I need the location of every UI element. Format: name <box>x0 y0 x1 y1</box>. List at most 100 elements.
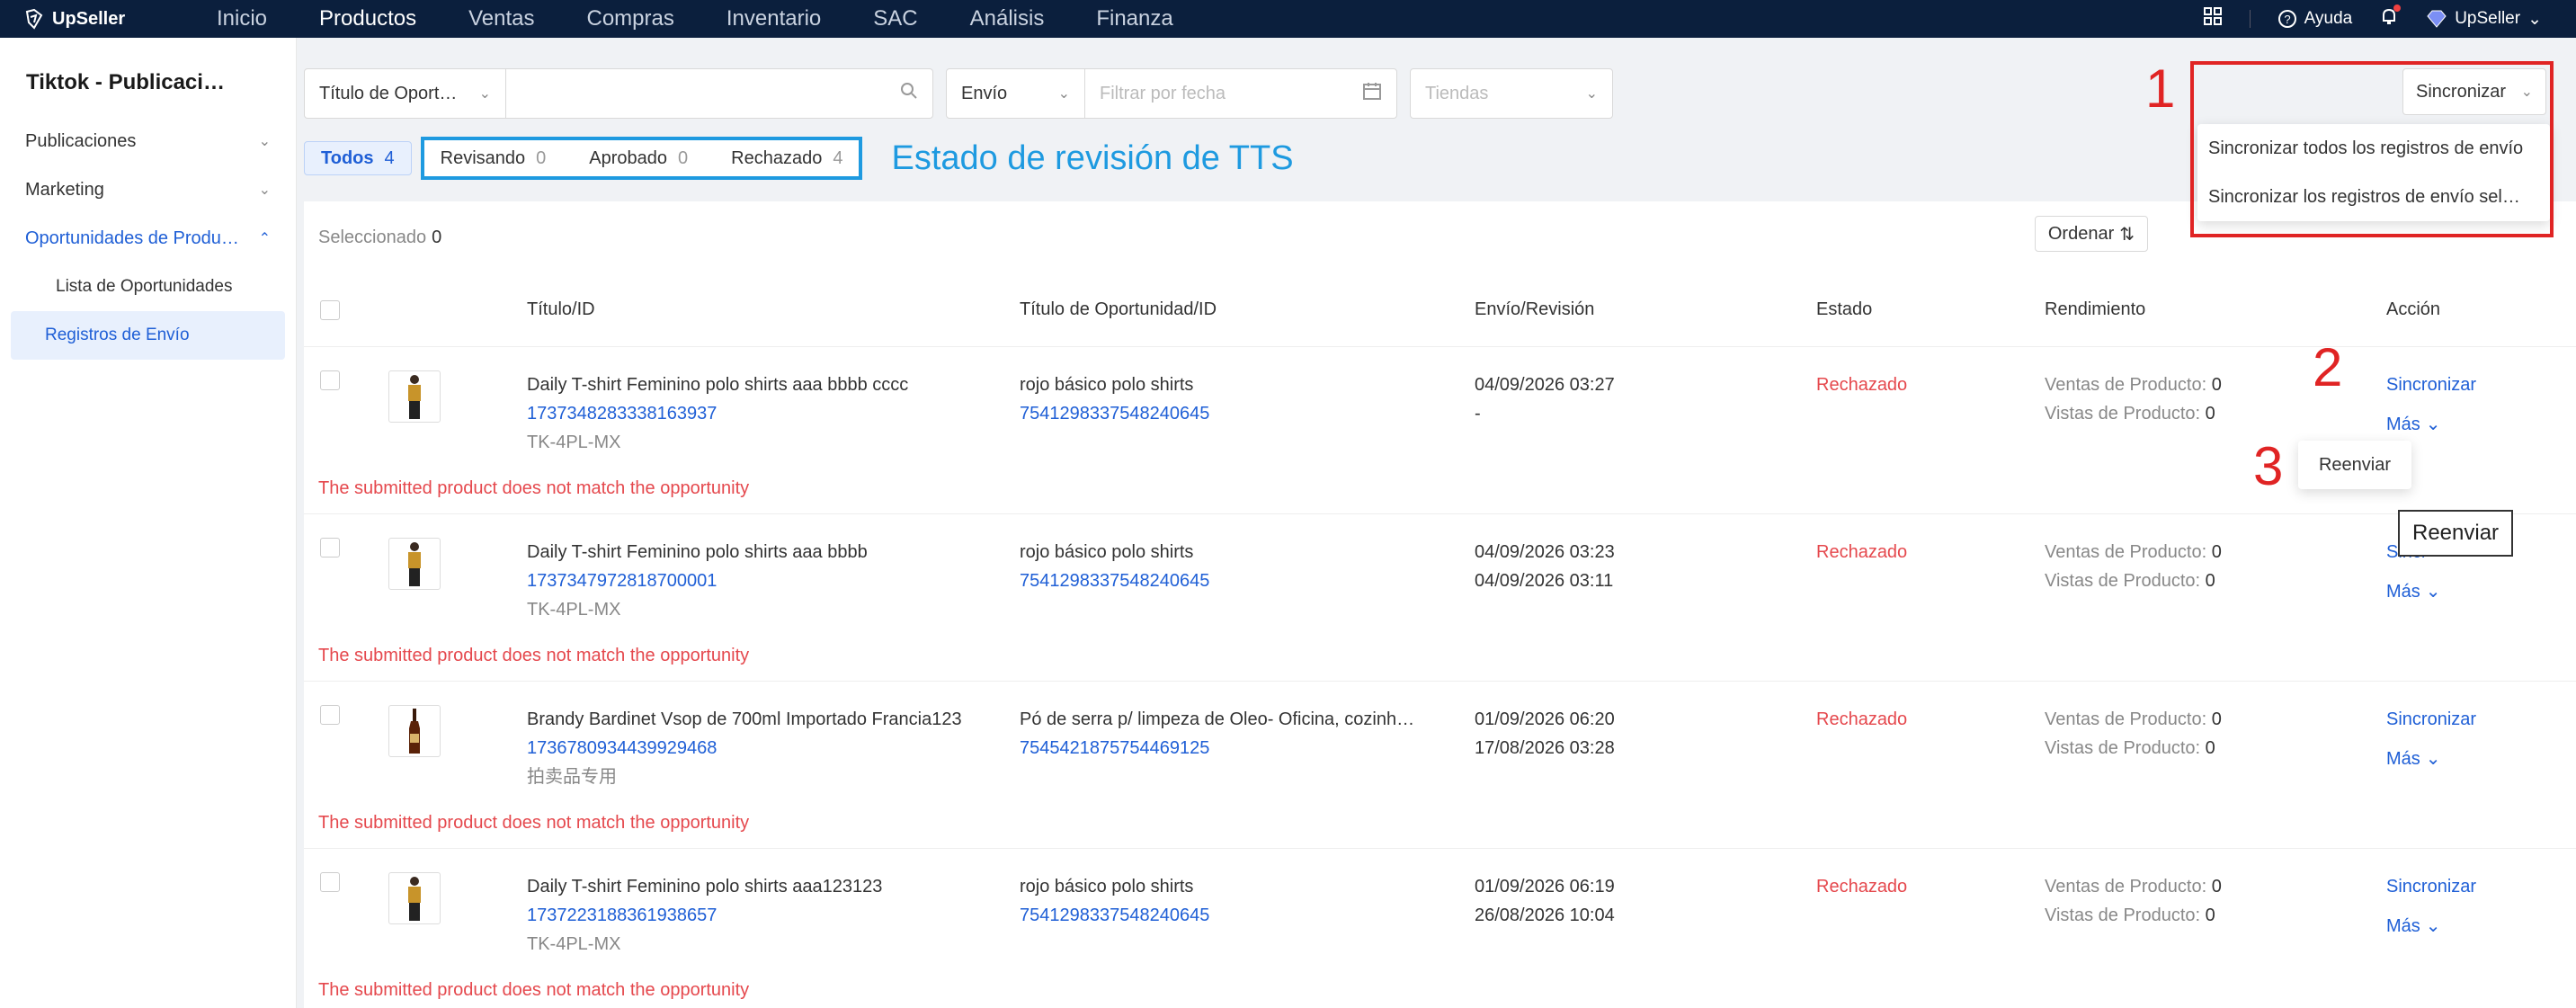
resend-tooltip: Reenviar <box>2398 510 2514 557</box>
more-dropdown-menu: Reenviar <box>2298 441 2411 489</box>
row-checkbox[interactable] <box>304 872 388 892</box>
tab-revisando[interactable]: Revisando 0 <box>430 148 557 169</box>
more-button[interactable]: Más ⌄ <box>2386 577 2576 606</box>
sync-row-button[interactable]: Sincronizar <box>2386 370 2576 399</box>
sync-row-button[interactable]: Sincronizar <box>2386 872 2576 901</box>
title-type-select[interactable]: Título de Oport… ⌄ <box>305 69 506 118</box>
opportunity-title: rojo básico polo shirts <box>1020 542 1194 562</box>
ship-type-select[interactable]: Envío ⌄ <box>947 69 1085 118</box>
search-icon[interactable] <box>886 82 932 105</box>
opportunity-id-link[interactable]: 7545421875754469125 <box>1020 734 1475 763</box>
tab-todos[interactable]: Todos 4 <box>304 141 412 175</box>
tab-rechazado[interactable]: Rechazado 4 <box>720 148 853 169</box>
date-filter-input[interactable]: Filtrar por fecha <box>1085 84 1348 104</box>
date-filter-group: Envío ⌄ Filtrar por fecha <box>946 68 1397 119</box>
product-thumbnail <box>388 370 441 423</box>
opportunity-id-link[interactable]: 7541298337548240645 <box>1020 566 1475 595</box>
product-id-link[interactable]: 1737347972818700001 <box>527 566 1020 595</box>
more-button[interactable]: Más ⌄ <box>2386 912 2576 941</box>
row-checkbox[interactable] <box>304 705 388 725</box>
select-all-checkbox[interactable] <box>304 299 388 320</box>
calendar-icon[interactable] <box>1348 81 1396 106</box>
opportunity-id-link[interactable]: 7541298337548240645 <box>1020 399 1475 428</box>
product-title: Daily T-shirt Feminino polo shirts aaa12… <box>527 877 883 896</box>
ventas-metric: Ventas de Producto: 0 <box>2045 709 2222 729</box>
product-sku: TK-4PL-MX <box>527 600 621 620</box>
row-checkbox[interactable] <box>304 370 388 390</box>
submit-date: 04/09/2026 03:23 <box>1475 542 1615 562</box>
sidebar: Tiktok - Publicaci… Publicaciones ⌄ Marke… <box>0 38 297 1008</box>
brand-logo[interactable]: UpSeller <box>0 8 180 30</box>
review-date: - <box>1475 404 1481 424</box>
tts-annotation-label: Estado de revisión de TTS <box>891 138 1294 177</box>
brand-name: UpSeller <box>52 8 126 29</box>
status-badge: Rechazado <box>1816 542 1908 562</box>
nav-finanza[interactable]: Finanza <box>1070 6 1199 31</box>
chevron-down-icon: ⌄ <box>2425 916 2441 936</box>
sort-button[interactable]: Ordenar ⇅ <box>2034 216 2148 252</box>
chevron-down-icon: ⌄ <box>478 86 491 102</box>
title-search-input[interactable] <box>506 69 886 118</box>
nav-productos[interactable]: Productos <box>293 6 442 31</box>
nav-ventas[interactable]: Ventas <box>442 6 560 31</box>
nav-sac[interactable]: SAC <box>847 6 943 31</box>
product-sku: 拍卖品专用 <box>527 767 617 787</box>
tab-aprobado[interactable]: Aprobado 0 <box>578 148 699 169</box>
review-date: 04/09/2026 03:11 <box>1475 571 1614 591</box>
product-id-link[interactable]: 1737223188361938657 <box>527 901 1020 930</box>
row-checkbox[interactable] <box>304 538 388 558</box>
chevron-down-icon: ⌄ <box>2527 9 2542 29</box>
records-panel: Seleccionado 0 Título/ID Título de Oportu… <box>304 201 2576 1008</box>
diamond-icon <box>2427 10 2447 28</box>
product-thumbnail <box>388 872 441 924</box>
nav-analisis[interactable]: Análisis <box>944 6 1071 31</box>
sidebar-item-marketing[interactable]: Marketing ⌄ <box>0 165 296 214</box>
annotation-number-2: 2 <box>2313 337 2343 397</box>
chevron-down-icon: ⌄ <box>2425 415 2441 434</box>
chevron-down-icon: ⌄ <box>2425 582 2441 602</box>
bell-icon[interactable] <box>2379 4 2402 31</box>
status-badge: Rechazado <box>1816 709 1908 729</box>
more-button[interactable]: Más ⌄ <box>2386 745 2576 773</box>
status-badge: Rechazado <box>1816 375 1908 395</box>
nav-inventario[interactable]: Inventario <box>700 6 847 31</box>
tts-review-tabs-highlight: Revisando 0 Aprobado 0 Rechazado 4 <box>420 137 863 180</box>
product-sku: TK-4PL-MX <box>527 433 621 452</box>
col-accion: Acción <box>2386 299 2441 319</box>
opportunity-id-link[interactable]: 7541298337548240645 <box>1020 901 1475 930</box>
resend-option[interactable]: Reenviar <box>2298 441 2411 489</box>
opportunity-title: Pó de serra p/ limpeza de Oleo- Oficina,… <box>1020 709 1415 729</box>
svg-text:?: ? <box>2284 13 2290 26</box>
sidebar-item-registros-envio[interactable]: Registros de Envío <box>11 311 285 360</box>
chevron-down-icon: ⌄ <box>1057 86 1070 102</box>
annotation-highlight-1 <box>2190 61 2554 237</box>
chevron-up-icon: ⌃ <box>258 231 271 246</box>
nav-divider <box>2249 10 2251 28</box>
table-row: Daily T-shirt Feminino polo shirts aaa b… <box>304 514 2576 682</box>
error-message: The submitted product does not match the… <box>318 646 750 665</box>
col-envio-revision: Envío/Revisión <box>1475 299 1595 319</box>
sidebar-item-publicaciones[interactable]: Publicaciones ⌄ <box>0 117 296 165</box>
nav-inicio[interactable]: Inicio <box>191 6 293 31</box>
apps-grid-icon[interactable] <box>2203 6 2223 31</box>
table-row: Daily T-shirt Feminino polo shirts aaa b… <box>304 347 2576 514</box>
vistas-metric: Vistas de Producto: 0 <box>2045 404 2215 424</box>
sidebar-item-lista-oportunidades[interactable]: Lista de Oportunidades <box>11 263 285 311</box>
product-id-link[interactable]: 1737348283338163937 <box>527 399 1020 428</box>
chevron-down-icon: ⌄ <box>258 134 271 149</box>
sync-row-button[interactable]: Sincronizar <box>2386 705 2576 734</box>
help-link[interactable]: ? Ayuda <box>2277 9 2352 29</box>
vistas-metric: Vistas de Producto: 0 <box>2045 738 2215 758</box>
sidebar-title: Tiktok - Publicaci… <box>26 70 225 94</box>
stores-select[interactable]: Tiendas ⌄ <box>1410 68 1613 119</box>
error-message: The submitted product does not match the… <box>318 813 750 833</box>
user-menu[interactable]: UpSeller ⌄ <box>2426 9 2542 30</box>
table-row: Brandy Bardinet Vsop de 700ml Importado … <box>304 682 2576 849</box>
sidebar-item-oportunidades[interactable]: Oportunidades de Produ… ⌃ <box>0 214 296 263</box>
product-title: Daily T-shirt Feminino polo shirts aaa b… <box>527 542 868 562</box>
product-id-link[interactable]: 1736780934439929468 <box>527 734 1020 763</box>
nav-compras[interactable]: Compras <box>561 6 700 31</box>
more-button[interactable]: Más ⌄ <box>2386 410 2576 439</box>
opportunity-title: rojo básico polo shirts <box>1020 375 1194 395</box>
submit-date: 01/09/2026 06:20 <box>1475 709 1615 729</box>
